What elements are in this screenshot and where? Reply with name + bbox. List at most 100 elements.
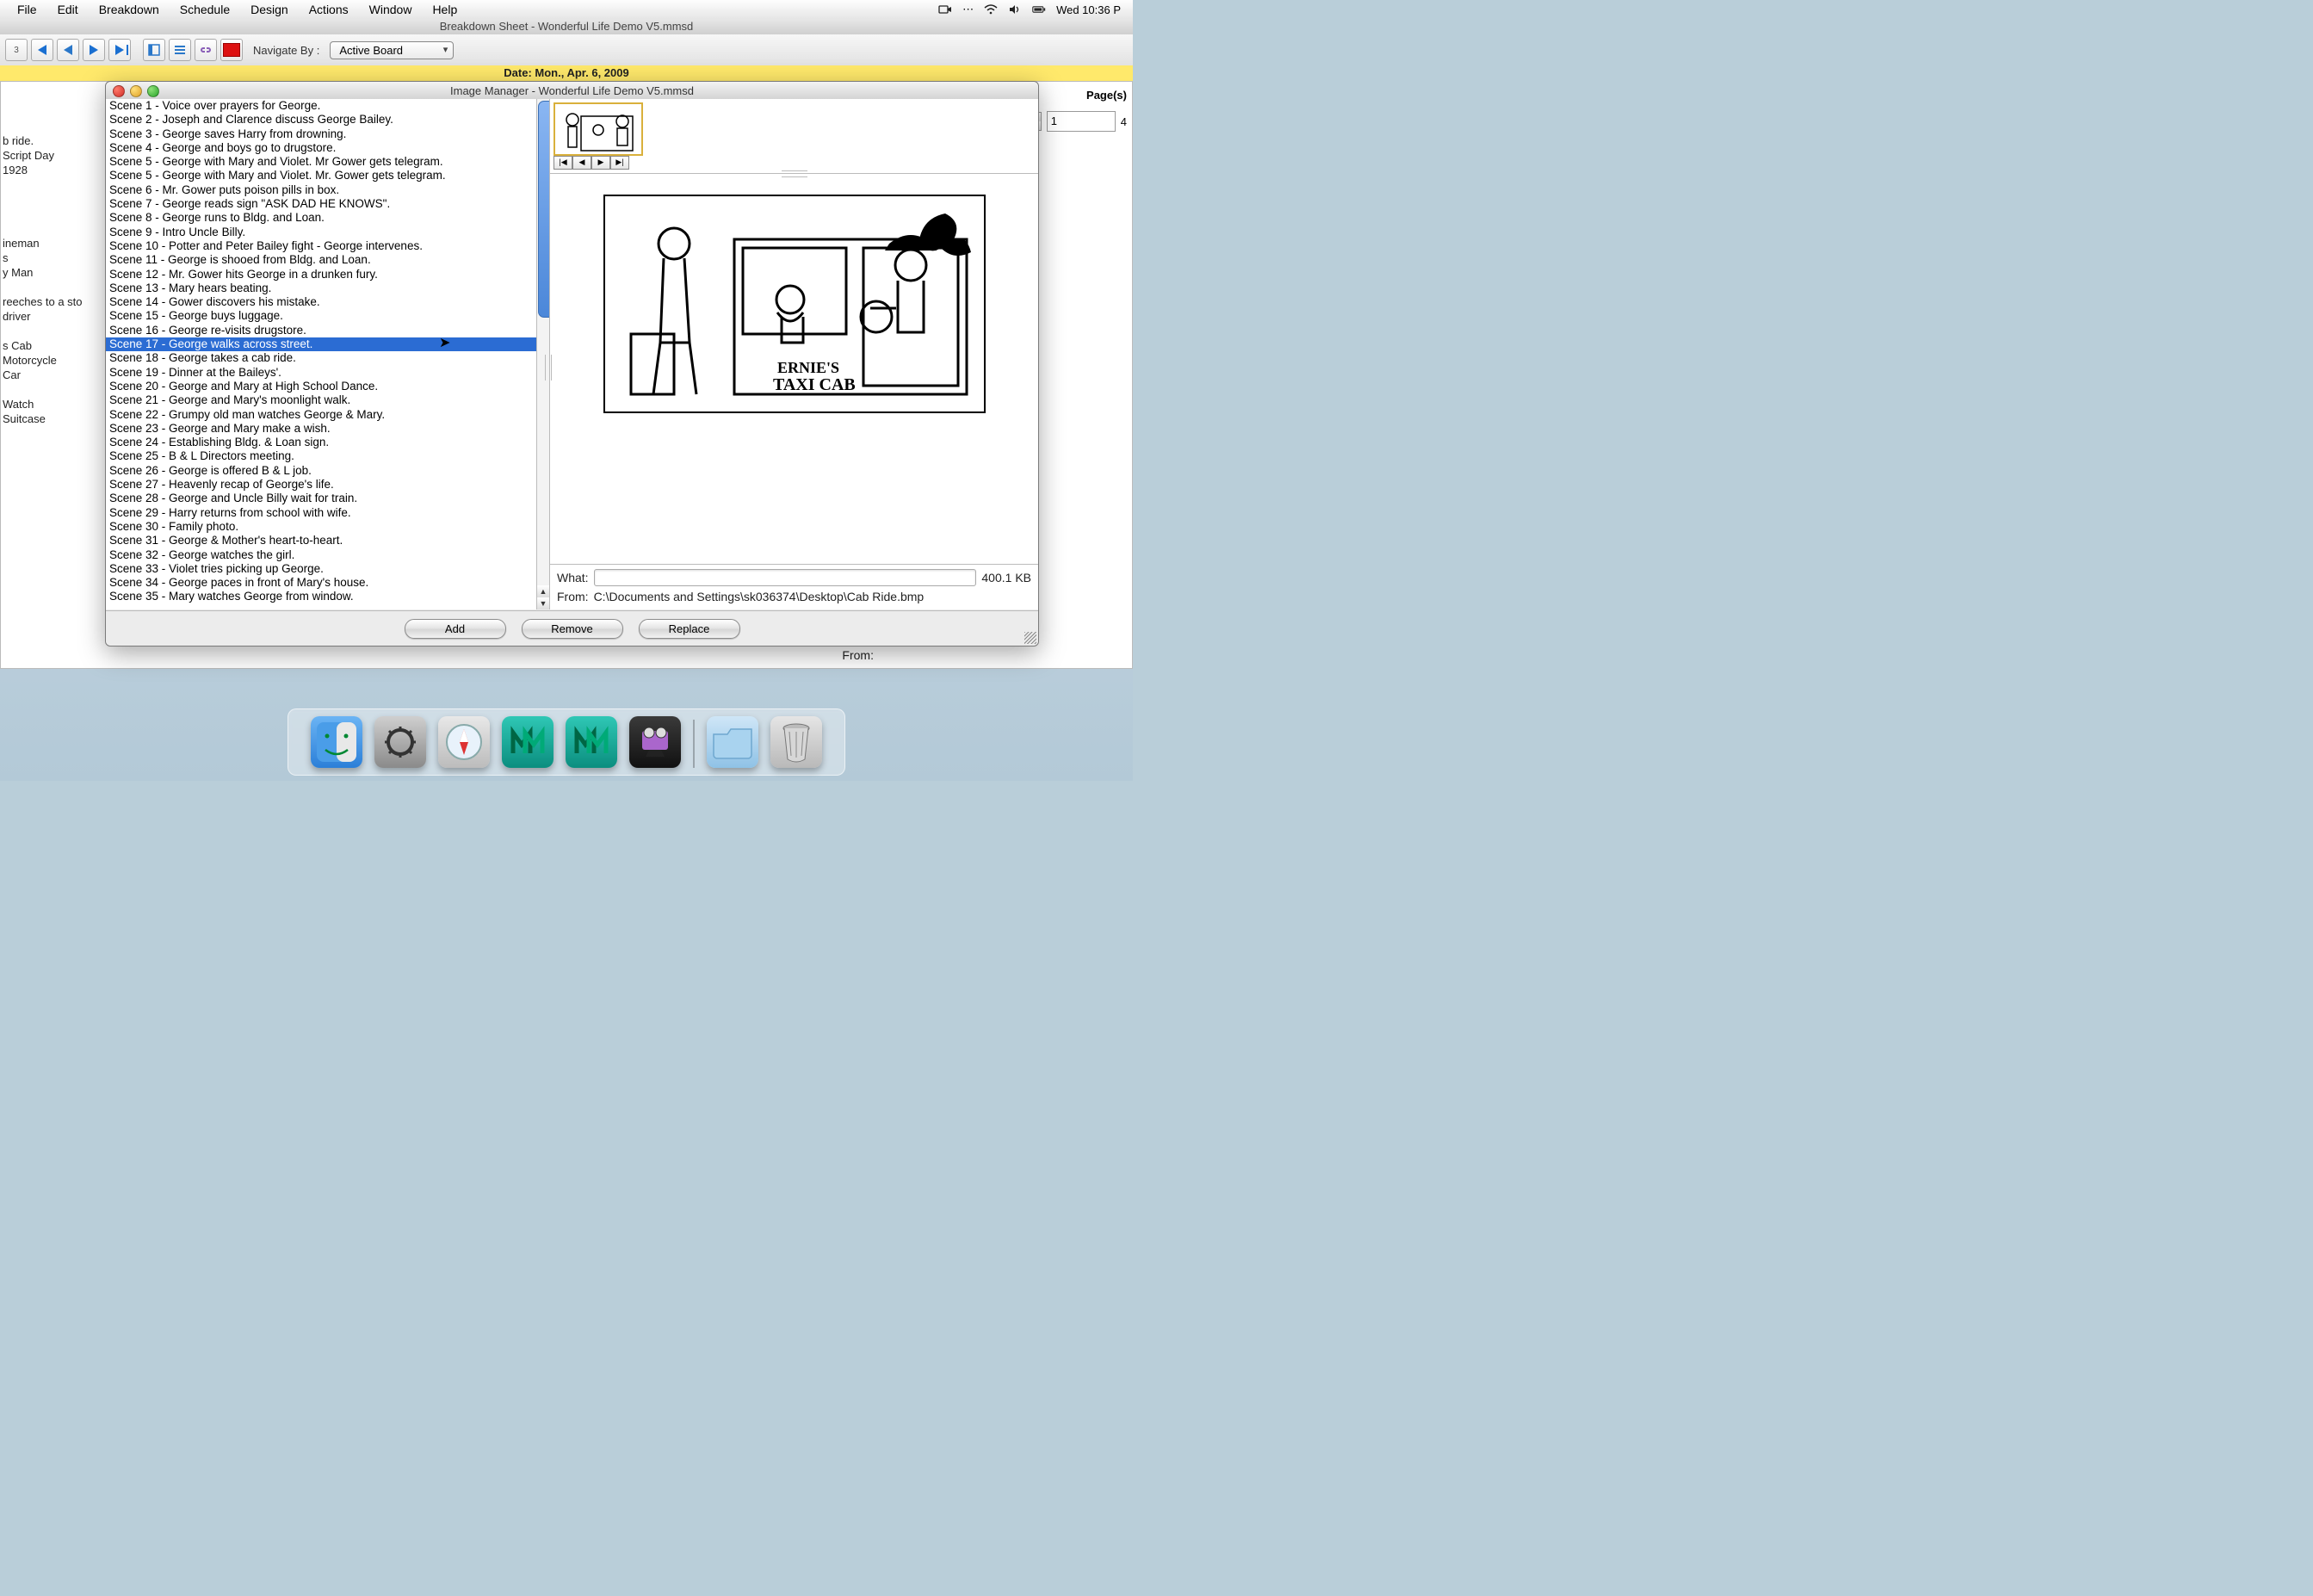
menu-edit[interactable]: Edit (47, 1, 89, 18)
scene-row[interactable]: Scene 15 - George buys luggage. (106, 309, 537, 323)
nav-prev-button[interactable] (31, 39, 53, 61)
what-label: What: (557, 568, 589, 587)
scene-row[interactable]: Scene 22 - Grumpy old man watches George… (106, 408, 537, 422)
scene-row[interactable]: Scene 21 - George and Mary's moonlight w… (106, 393, 537, 407)
what-input[interactable] (594, 569, 977, 586)
battery-icon[interactable] (1027, 4, 1051, 15)
sheet-left-column: b ride.Script Day1928 inemansy Man reech… (1, 133, 104, 426)
scene-row[interactable]: Scene 28 - George and Uncle Billy wait f… (106, 492, 537, 505)
remove-button[interactable]: Remove (522, 619, 623, 639)
menu-window[interactable]: Window (359, 1, 423, 18)
scene-row[interactable]: Scene 30 - Family photo. (106, 520, 537, 534)
scrollbar-thumb[interactable] (538, 101, 550, 318)
thumbnail[interactable] (554, 102, 643, 156)
scene-row[interactable]: Scene 19 - Dinner at the Baileys'. (106, 366, 537, 380)
bg-from-label: From: (842, 648, 874, 662)
scene-row[interactable]: Scene 2 - Joseph and Clarence discuss Ge… (106, 113, 537, 127)
thumb-prev-button[interactable]: ◀ (572, 156, 591, 170)
scene-row[interactable]: Scene 27 - Heavenly recap of George's li… (106, 478, 537, 492)
strip-resize-handle[interactable] (782, 170, 807, 177)
scene-row[interactable]: Scene 11 - George is shooed from Bldg. a… (106, 253, 537, 267)
scene-row[interactable]: Scene 3 - George saves Harry from drowni… (106, 127, 537, 141)
scene-row[interactable]: Scene 25 - B & L Directors meeting. (106, 449, 537, 463)
scene-row[interactable]: Scene 10 - Potter and Peter Bailey fight… (106, 239, 537, 253)
menu-help[interactable]: Help (422, 1, 467, 18)
scene-row[interactable]: Scene 8 - George runs to Bldg. and Loan. (106, 211, 537, 225)
scene-row[interactable]: Scene 31 - George & Mother's heart-to-he… (106, 534, 537, 547)
scene-row[interactable]: Scene 5 - George with Mary and Violet. M… (106, 155, 537, 169)
image-manager-title: Image Manager - Wonderful Life Demo V5.m… (106, 84, 1038, 97)
scene-row[interactable]: Scene 18 - George takes a cab ride. (106, 351, 537, 365)
scroll-up-button[interactable]: ▲ (537, 585, 549, 597)
dock-folder[interactable] (707, 716, 758, 768)
menubar-clock[interactable]: Wed 10:36 P (1051, 3, 1126, 16)
scene-row[interactable]: Scene 23 - George and Mary make a wish. (106, 422, 537, 436)
zoom-button[interactable] (147, 85, 159, 97)
dock-imovie[interactable] (629, 716, 681, 768)
dock-safari[interactable] (438, 716, 490, 768)
flag-button[interactable] (220, 39, 243, 61)
camera-icon[interactable] (933, 4, 957, 15)
scene-row[interactable]: Scene 35 - Mary watches George from wind… (106, 590, 537, 603)
scene-row[interactable]: Scene 33 - Violet tries picking up Georg… (106, 562, 537, 576)
from-value: C:\Documents and Settings\sk036374\Deskt… (594, 587, 925, 606)
scene-row[interactable]: Scene 5 - George with Mary and Violet. M… (106, 169, 537, 182)
sheet-text: s (1, 251, 104, 265)
scene-row[interactable]: Scene 34 - George paces in front of Mary… (106, 576, 537, 590)
scene-row[interactable]: Scene 29 - Harry returns from school wit… (106, 506, 537, 520)
menu-file[interactable]: File (7, 1, 47, 18)
add-button[interactable]: Add (405, 619, 506, 639)
resize-handle[interactable] (1024, 632, 1036, 644)
nav-back-button[interactable] (57, 39, 79, 61)
menu-extra-icon[interactable]: ⋯ (957, 3, 979, 16)
dock (288, 708, 845, 776)
dock-finder[interactable] (311, 716, 362, 768)
scene-row[interactable]: Scene 12 - Mr. Gower hits George in a dr… (106, 268, 537, 281)
wifi-icon[interactable] (979, 4, 1003, 15)
pages-right: 4 (1121, 115, 1127, 128)
scene-row[interactable]: Scene 32 - George watches the girl. (106, 548, 537, 562)
replace-button[interactable]: Replace (639, 619, 740, 639)
nav-play-button[interactable] (83, 39, 105, 61)
scene-row[interactable]: Scene 24 - Establishing Bldg. & Loan sig… (106, 436, 537, 449)
menu-design[interactable]: Design (240, 1, 299, 18)
scene-row[interactable]: Scene 20 - George and Mary at High Schoo… (106, 380, 537, 393)
scene-row[interactable]: Scene 4 - George and boys go to drugstor… (106, 141, 537, 155)
scene-row[interactable]: Scene 26 - George is offered B & L job. (106, 464, 537, 478)
view-list-button[interactable] (169, 39, 191, 61)
image-manager-titlebar[interactable]: Image Manager - Wonderful Life Demo V5.m… (106, 82, 1038, 100)
sheet-text: ineman (1, 236, 104, 251)
navigate-by-combo[interactable]: Active Board (330, 41, 454, 59)
scene-row[interactable]: Scene 1 - Voice over prayers for George. (106, 99, 537, 113)
thumb-last-button[interactable]: ▶| (610, 156, 629, 170)
sheet-text: 1928 (1, 163, 104, 177)
dock-mm-app-2[interactable] (566, 716, 617, 768)
minimize-button[interactable] (130, 85, 142, 97)
close-button[interactable] (113, 85, 125, 97)
scene-row[interactable]: Scene 6 - Mr. Gower puts poison pills in… (106, 183, 537, 197)
scroll-down-button[interactable]: ▼ (537, 597, 549, 609)
thumb-next-button[interactable]: ▶ (591, 156, 610, 170)
menu-actions[interactable]: Actions (299, 1, 359, 18)
scene-row[interactable]: Scene 14 - Gower discovers his mistake. (106, 295, 537, 309)
thumb-first-button[interactable]: |◀ (554, 156, 572, 170)
scene-row[interactable]: Scene 13 - Mary hears beating. (106, 281, 537, 295)
link-button[interactable] (195, 39, 217, 61)
dock-trash[interactable] (770, 716, 822, 768)
scene-row[interactable]: Scene 16 - George re-visits drugstore. (106, 324, 537, 337)
menu-breakdown[interactable]: Breakdown (89, 1, 170, 18)
scene-row[interactable]: Scene 9 - Intro Uncle Billy. (106, 226, 537, 239)
scene-row[interactable]: Scene 17 - George walks across street. (106, 337, 537, 351)
flag-icon (223, 43, 240, 57)
pages-value[interactable]: 1 (1047, 111, 1116, 132)
volume-icon[interactable] (1003, 4, 1027, 15)
menu-schedule[interactable]: Schedule (170, 1, 240, 18)
nav-next-button[interactable] (108, 39, 131, 61)
dock-mm-app-1[interactable] (502, 716, 554, 768)
nav-first-button[interactable]: 3 (5, 39, 28, 61)
view-sheet-button[interactable] (143, 39, 165, 61)
splitter-handle[interactable] (545, 355, 552, 380)
scene-row[interactable]: Scene 7 - George reads sign "ASK DAD HE … (106, 197, 537, 211)
dock-system-prefs[interactable] (374, 716, 426, 768)
sheet-text: Suitcase (1, 411, 104, 426)
